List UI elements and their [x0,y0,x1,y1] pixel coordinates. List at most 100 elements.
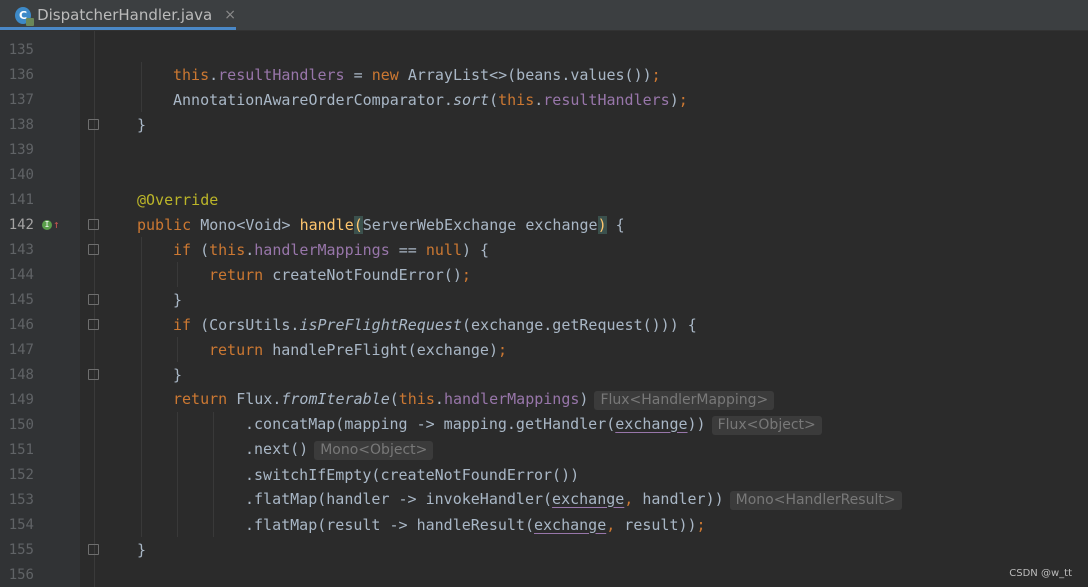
code-line[interactable]: 148} [0,362,1088,387]
code-token: . [534,90,544,109]
indent-guide [213,462,214,487]
code-token: } [173,290,183,309]
code-token: return [209,340,273,359]
code-token: ) [669,90,679,109]
code-token: exchange [615,414,688,433]
code-text[interactable]: AnnotationAwareOrderComparator.sort(this… [173,91,688,109]
code-text[interactable]: } [173,366,182,384]
code-token: createNotFoundError() [272,265,462,284]
code-line[interactable]: 145} [0,287,1088,312]
code-token: ; [498,340,508,359]
code-line[interactable]: 142 I ↑ public Mono<Void> handle(ServerWebE… [0,212,1088,237]
editor-tab-bar: C DispatcherHandler.java × [0,0,1088,31]
code-line[interactable]: 136 this.resultHandlers = new ArrayList<>… [0,62,1088,87]
fold-marker-icon[interactable] [88,244,99,255]
fold-marker-icon[interactable] [88,119,99,130]
line-number: 137 [8,91,34,108]
line-number: 149 [8,391,34,408]
code-text[interactable]: .concatMap(mapping -> mapping.getHandler… [245,415,822,435]
code-token: )) [687,414,706,433]
fold-marker-icon[interactable] [88,294,99,305]
line-number: 143 [8,241,34,258]
fold-marker-icon[interactable] [88,219,99,230]
code-line[interactable]: 151 .next() Mono<Object> [0,437,1088,462]
code-token: ; [461,265,471,284]
code-token: handlerMappings [443,389,580,408]
code-line[interactable]: 152 .switchIfEmpty(createNotFoundError()) [0,462,1088,487]
line-number: 154 [8,516,34,533]
code-text[interactable]: .flatMap(result -> handleResult(exchange… [245,516,706,534]
code-line[interactable]: 146 if (CorsUtils.isPreFlightRequest(exch… [0,312,1088,337]
code-token: handler)) [642,489,724,508]
indent-guide [177,487,178,512]
code-text[interactable]: .switchIfEmpty(createNotFoundError()) [245,466,579,484]
code-line[interactable]: 156 [0,562,1088,587]
code-token: this [498,90,535,109]
code-text[interactable]: public Mono<Void> handle(ServerWebExchan… [137,215,625,234]
code-text[interactable]: return Flux.fromIterable(this.handlerMap… [173,389,775,410]
close-icon[interactable]: × [224,7,236,23]
code-token: ; [696,515,706,534]
code-text[interactable]: } [137,116,146,134]
code-line[interactable]: 150 .concatMap(mapping -> mapping.getHand… [0,412,1088,437]
indent-guide [213,487,214,512]
code-editor[interactable]: 135 136 this.resultHandlers = new ArrayLis… [0,31,1088,587]
code-text[interactable]: .next() Mono<Object> [245,440,434,460]
code-line[interactable]: 149 return Flux.fromIterable(this.handler… [0,387,1088,412]
code-text[interactable]: return handlePreFlight(exchange); [209,341,507,359]
code-line[interactable]: 137 AnnotationAwareOrderComparator.sort(t… [0,87,1088,112]
code-text[interactable]: } [137,541,146,559]
line-number: 155 [8,541,34,558]
code-line[interactable]: 141 @Override [0,187,1088,212]
code-line[interactable]: 154 .flatMap(result -> handleResult(excha… [0,512,1088,537]
indent-guide [213,512,214,537]
code-line[interactable]: 140 [0,162,1088,187]
code-token: .flatMap(result -> handleResult( [245,515,534,534]
code-line[interactable]: 147 return handlePreFlight(exchange); [0,337,1088,362]
indent-guide [141,487,142,512]
code-line[interactable]: 155} [0,537,1088,562]
code-token: return [173,389,237,408]
code-token: == [389,240,426,259]
indent-guide [141,437,142,462]
code-text[interactable]: if (this.handlerMappings == null) { [173,241,489,259]
code-line[interactable]: 144 return createNotFoundError(); [0,262,1088,287]
code-text[interactable]: .flatMap(handler -> invokeHandler(exchan… [245,490,902,510]
tab-dispatcher-handler[interactable]: C DispatcherHandler.java × [0,0,236,30]
code-text[interactable]: this.resultHandlers = new ArrayList<>(be… [173,66,661,84]
indent-guide [141,512,142,537]
code-token: { [606,215,625,234]
code-line[interactable]: 143 if (this.handlerMappings == null) { [0,237,1088,262]
fold-marker-icon[interactable] [88,319,99,330]
tab-filename: DispatcherHandler.java [37,6,213,24]
indent-guide [141,62,142,87]
indent-guide [141,387,142,412]
fold-marker-icon[interactable] [88,369,99,380]
indent-guide [177,437,178,462]
code-token: handlePreFlight(exchange) [272,340,498,359]
line-number: 156 [8,566,34,583]
code-line[interactable]: 153 .flatMap(handler -> invokeHandler(exc… [0,487,1088,512]
code-token: ( [489,90,499,109]
code-text[interactable]: if (CorsUtils.isPreFlightRequest(exchang… [173,316,697,334]
code-token: .switchIfEmpty(createNotFoundError()) [245,465,580,484]
line-number: 138 [8,116,34,133]
code-text[interactable]: } [173,291,182,309]
code-text[interactable]: @Override [137,191,218,209]
line-number: 148 [8,366,34,383]
line-number: 139 [8,141,34,158]
code-token: return [209,265,273,284]
type-hint: Flux<HandlerMapping> [594,390,775,410]
indent-guide [177,462,178,487]
code-text[interactable]: return createNotFoundError(); [209,266,471,284]
code-line[interactable]: 138} [0,112,1088,137]
code-token: if [173,315,201,334]
code-line[interactable]: 135 [0,37,1088,62]
indent-guide [141,312,142,337]
code-line[interactable]: 139 [0,137,1088,162]
code-token: , [624,489,643,508]
implemented-method-icon[interactable]: I [42,219,52,230]
fold-marker-icon[interactable] [88,544,99,555]
code-token: this [209,240,246,259]
code-token: handle [299,215,354,234]
